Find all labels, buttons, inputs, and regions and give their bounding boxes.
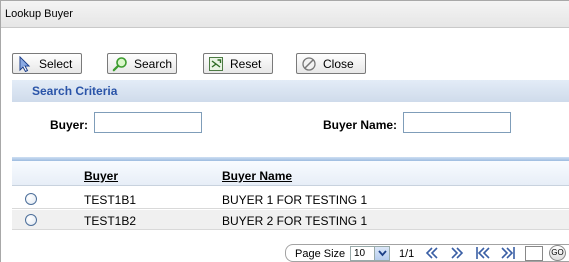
select-button-label: Select (39, 56, 73, 71)
reset-button-label: Reset (230, 56, 262, 71)
table-row[interactable]: TEST1B2 BUYER 2 FOR TESTING 1 (12, 210, 569, 230)
reset-icon (208, 56, 224, 72)
search-button[interactable]: Search (107, 53, 177, 74)
page-size-label: Page Size (295, 248, 346, 260)
chevron-down-icon[interactable] (374, 247, 389, 260)
buyer-input[interactable] (94, 112, 202, 133)
go-button[interactable]: GO (549, 245, 566, 261)
buyer-name-cell: BUYER 2 FOR TESTING 1 (222, 214, 368, 228)
pagination-bar: Page Size 10 1/1 GO (285, 244, 569, 262)
table-row[interactable]: TEST1B1 BUYER 1 FOR TESTING 1 (12, 189, 569, 209)
results-grid-header: Buyer Buyer Name (12, 161, 569, 186)
page-info: 1/1 (399, 248, 415, 260)
title-bar: Lookup Buyer (1, 1, 569, 28)
column-header-buyer-name[interactable]: Buyer Name (222, 169, 292, 183)
close-button-label: Close (323, 56, 354, 71)
close-button[interactable]: Close (296, 53, 366, 74)
first-page-icon[interactable] (475, 246, 491, 262)
window-title: Lookup Buyer (5, 8, 73, 20)
page-size-select[interactable]: 10 (350, 246, 390, 261)
next-page-icon[interactable] (450, 246, 464, 262)
previous-page-icon[interactable] (425, 246, 439, 262)
buyer-name-input[interactable] (403, 112, 511, 133)
column-header-buyer[interactable]: Buyer (84, 169, 118, 183)
buyer-cell: TEST1B2 (84, 214, 137, 228)
toolbar: Select Search Reset Close (0, 53, 569, 77)
last-page-icon[interactable] (500, 246, 516, 262)
page-size-value: 10 (354, 248, 366, 259)
buyer-name-label: Buyer Name: (323, 118, 398, 132)
search-criteria-header: Search Criteria (12, 80, 569, 102)
select-button[interactable]: Select (12, 53, 82, 74)
buyer-name-cell: BUYER 1 FOR TESTING 1 (222, 193, 368, 207)
search-criteria-title: Search Criteria (32, 84, 118, 98)
search-button-label: Search (134, 56, 173, 71)
page-number-input[interactable] (525, 246, 543, 261)
row-select-radio[interactable] (25, 214, 37, 226)
buyer-label: Buyer: (50, 118, 89, 132)
search-icon (112, 56, 128, 72)
cursor-arrow-icon (17, 55, 33, 72)
reset-button[interactable]: Reset (203, 53, 273, 74)
cancel-icon (301, 56, 317, 72)
buyer-cell: TEST1B1 (84, 193, 137, 207)
row-select-radio[interactable] (25, 193, 37, 205)
